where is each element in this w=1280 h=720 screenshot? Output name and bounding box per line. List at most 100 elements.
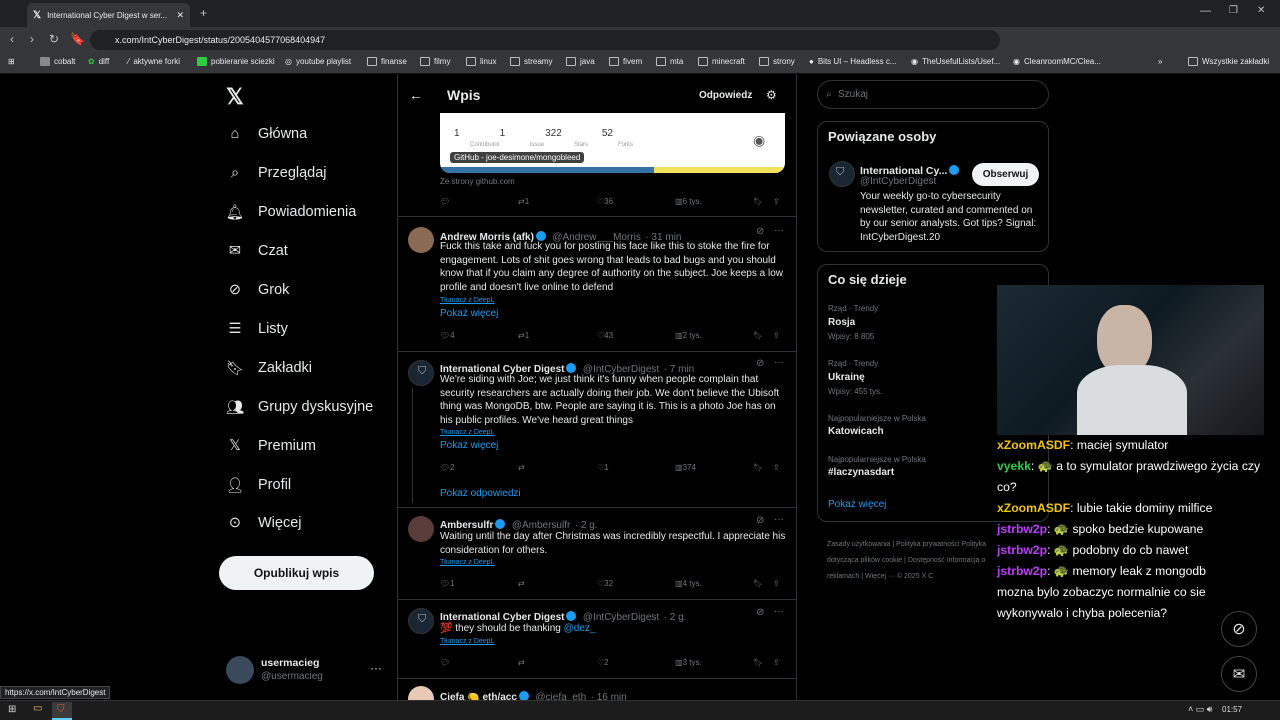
more-icon[interactable]: ··· [774,514,784,525]
avatar[interactable] [408,227,434,253]
address-bar[interactable]: x.com/IntCyberDigest/status/200540457706… [90,30,1000,50]
bookmark-page-icon[interactable]: 🔖 [70,32,85,46]
bookmark-item[interactable]: ◉ TheUsefulLists/Usef... [911,57,1000,66]
bookmark-folder[interactable]: linux [466,57,496,66]
bookmark-item[interactable]: cobalt [40,57,75,66]
post-button[interactable]: Opublikuj wpis [219,556,374,590]
views-action[interactable]: ▥ 3 tys. [675,658,702,667]
tray-icons[interactable]: ˄ ▭ 🔊︎ [1188,704,1212,715]
like-action[interactable]: ♡ 32 [597,579,613,588]
reply-action[interactable]: 💬︎ 1 [440,579,455,588]
follow-button[interactable]: Obserwuj [972,163,1039,186]
nav-explore[interactable]: ⌕ Przeglądaj [226,164,327,182]
nav-lists[interactable]: ☰ Listy [226,320,288,338]
more-icon[interactable]: ··· [774,357,784,368]
views-action[interactable]: ▥ 6 tys. [675,197,702,206]
messages-float-icon[interactable]: ✉ [1221,656,1257,692]
card-source[interactable]: Ze strony github.com [440,177,515,186]
mention-link[interactable]: @dez_ [564,623,596,634]
reply-action[interactable]: 💬︎ 2 [440,463,455,472]
retweet-action[interactable]: ⇄ [518,658,525,667]
reply-action[interactable]: 💬︎ [440,658,450,667]
translate-link[interactable]: Tłumacz z DeepL [440,297,494,304]
bookmark-folder[interactable]: finanse [367,57,407,66]
github-card[interactable]: 1 1 322 52 Contributor Issue Stars Forks… [440,113,785,173]
x-logo-icon[interactable]: 𝕏 [226,84,244,110]
bookmark-item[interactable]: ◉ CleanroomMC/Clea... [1013,57,1101,66]
more-icon[interactable]: ··· [774,606,784,617]
show-more-link[interactable]: Pokaż więcej [440,440,498,451]
grok-float-icon[interactable]: ⊘ [1221,611,1257,647]
translate-link[interactable]: Tłumacz z DeepL [440,559,494,566]
grok-icon[interactable]: ⊘ [756,358,764,369]
trend-name[interactable]: Katowicach [828,426,884,437]
bookmark-folder[interactable]: strony [759,57,795,66]
bookmark-folder[interactable]: mta [656,57,683,66]
nav-home[interactable]: ⌂ Główna [226,125,308,143]
translate-link[interactable]: Tłumacz z DeepL [440,429,494,436]
grok-icon[interactable]: ⊘ [756,515,764,526]
trend-name[interactable]: Ukrainę [828,372,865,383]
bookmark-folder[interactable]: filmy [420,57,450,66]
reload-icon[interactable]: ↻ [49,32,59,46]
views-action[interactable]: ▥ 4 tys. [675,579,702,588]
bookmark-folder[interactable]: fivem [609,57,642,66]
minimize-icon[interactable]: — [1200,5,1211,17]
more-bookmarks-icon[interactable]: » [1158,57,1162,66]
bookmark-icon[interactable]: 🔖︎ [753,331,763,340]
share-icon[interactable]: ⇪ [773,579,780,588]
account-menu-icon[interactable]: ··· [370,661,382,675]
views-action[interactable]: ▥ 2 tys. [675,331,702,340]
trend-name[interactable]: #laczynasdart [828,467,894,478]
like-action[interactable]: ♡ 2 [597,658,609,667]
like-action[interactable]: ♡ 36 [597,197,613,206]
browser-tab[interactable]: 𝕏 International Cyber Digest w ser... ✕ [27,3,190,27]
nav-premium[interactable]: 𝕏 Premium [226,437,316,455]
translate-link[interactable]: Tłumacz z DeepL [440,638,494,645]
like-action[interactable]: ♡ 1 [597,463,609,472]
more-icon[interactable]: ··· [774,225,784,236]
restore-icon[interactable]: ❐ [1229,5,1238,16]
nav-notifications[interactable]: 🔔︎ Powiadomienia [226,203,357,221]
bookmark-item[interactable]: ◎ youtube playlist [285,57,351,66]
retweet-action[interactable]: ⇄ 1 [518,331,529,340]
reply-tab[interactable]: Odpowiedz [699,90,752,101]
all-bookmarks[interactable]: Wszystkie zakładki [1188,57,1269,66]
avatar[interactable] [226,656,254,684]
bookmark-item[interactable]: ⁄ aktywne forki [128,57,180,66]
file-explorer-icon[interactable]: ▭ [33,703,42,714]
grok-icon[interactable]: ⊘ [756,607,764,618]
share-icon[interactable]: ⇪ [773,331,780,340]
nav-communities[interactable]: 👥︎ Grupy dyskusyjne [226,398,373,416]
share-icon[interactable]: ⇪ [773,658,780,667]
sliders-icon[interactable]: ⚙ [766,88,777,102]
avatar[interactable] [408,516,434,542]
bookmark-icon[interactable]: 🔖︎ [753,658,763,667]
bookmark-icon[interactable]: 🔖︎ [753,197,763,206]
nav-more[interactable]: ⊙ Więcej [226,514,302,532]
back-arrow-icon[interactable]: ← [409,87,423,103]
show-more-trends[interactable]: Pokaż więcej [828,499,886,510]
bookmark-folder[interactable]: streamy [510,57,552,66]
reply-icon[interactable]: 💬︎ [440,197,450,206]
forward-icon[interactable]: › [30,32,34,46]
retweet-action[interactable]: ⇄ [518,579,525,588]
share-icon[interactable]: ⇪ [773,197,780,206]
search-input[interactable]: ⌕ Szukaj [817,80,1049,109]
bookmark-item[interactable]: ● Bits UI – Headless c... [809,57,897,66]
show-replies-link[interactable]: Pokaż odpowiedzi [440,488,521,499]
retweet-action[interactable]: ⇄ [518,463,525,472]
bookmark-folder[interactable]: minecraft [698,57,745,66]
back-icon[interactable]: ‹ [10,32,14,46]
views-action[interactable]: ▥ 374 [675,463,696,472]
nav-bookmarks[interactable]: 🔖︎ Zakładki [226,359,312,377]
bookmark-item[interactable]: pobieranie sciezki [197,57,275,66]
related-handle[interactable]: @IntCyberDigest [860,176,936,187]
new-tab-icon[interactable]: + [200,6,207,20]
bookmark-item[interactable]: ✿ diff [88,57,109,66]
bookmark-icon[interactable]: 🔖︎ [753,463,763,472]
tweet-time[interactable]: · 2 g. [664,612,687,623]
close-tab-icon[interactable]: ✕ [176,10,184,21]
apps-icon[interactable]: ⊞ [8,57,15,66]
nav-chat[interactable]: ✉ Czat [226,242,288,260]
